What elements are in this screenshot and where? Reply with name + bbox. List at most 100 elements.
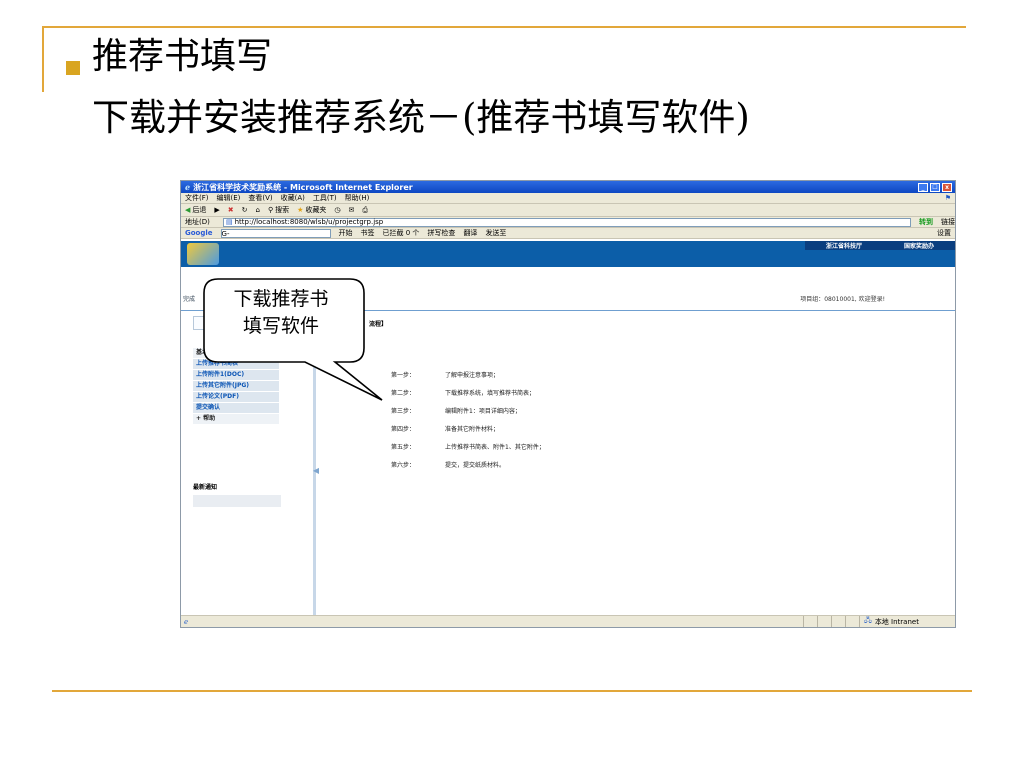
step-number: 第六步： xyxy=(391,461,416,469)
step-text: 上传推荐书简表、附件1、其它附件； xyxy=(445,443,545,451)
window-controls: _ ☐ x xyxy=(918,182,955,192)
step-number: 第三步： xyxy=(391,407,416,415)
bullet-square-icon xyxy=(66,61,80,75)
page-icon: ▤ xyxy=(226,218,233,226)
step-row: 第二步： 下载推荐系统，填写推荐书简表； xyxy=(391,383,651,401)
windows-flag-icon: ⚑ xyxy=(944,194,951,202)
zone-label: 本地 Intranet xyxy=(874,617,919,626)
intranet-icon: 🖧 xyxy=(864,616,872,624)
security-zone: 🖧 本地 Intranet xyxy=(859,616,955,627)
address-url: http://localhost:8080/wlsb/u/projectgrp.… xyxy=(234,218,384,226)
sidebar: 基本信息 上传推荐书简表 上传附件1(DOC) 上传其它附件(JPG) 上传论文… xyxy=(181,312,319,615)
google-start-button[interactable]: 开始 xyxy=(339,228,353,238)
google-logo: Google xyxy=(185,229,213,237)
links-button[interactable]: 链接 xyxy=(941,217,955,227)
sidebar-item-basic-info[interactable]: 基本信息 xyxy=(193,348,279,358)
forward-button[interactable]: ▶ xyxy=(214,206,219,214)
status-cell xyxy=(817,616,831,627)
step-number: 第五步： xyxy=(391,443,416,451)
search-button[interactable]: ⚲ 搜索 xyxy=(268,205,289,215)
status-cells: 🖧 本地 Intranet xyxy=(803,616,955,627)
google-popup-blocker[interactable]: 已拦截 0 个 xyxy=(383,228,420,238)
stop-icon[interactable]: ✖ xyxy=(228,206,234,214)
address-bar: 地址(D) ▤ http://localhost:8080/wlsb/u/pro… xyxy=(181,217,955,228)
step-text: 准备其它附件材料； xyxy=(445,425,500,433)
step-row: 第五步： 上传推荐书简表、附件1、其它附件； xyxy=(391,437,651,455)
address-input[interactable]: ▤ http://localhost:8080/wlsb/u/projectgr… xyxy=(223,217,911,227)
print-icon[interactable]: ⎙ xyxy=(362,206,368,215)
menu-favorites[interactable]: 收藏(A) xyxy=(281,193,305,203)
slide-heading: 推荐书填写 xyxy=(92,36,273,77)
favorites-label: 收藏夹 xyxy=(305,206,327,214)
sidebar-item-upload-pdf[interactable]: 上传论文(PDF) xyxy=(193,392,279,402)
google-input-prefix: G- xyxy=(221,229,230,238)
go-button[interactable]: 转到 xyxy=(919,217,933,227)
history-icon[interactable]: ◷ xyxy=(334,206,340,214)
welcome-text: 项目组：08010001, 欢迎登录! xyxy=(800,296,885,303)
sidebar-item-upload-jpg[interactable]: 上传其它附件(JPG) xyxy=(193,381,279,391)
callout-line-1: 下载推荐书 xyxy=(233,288,329,310)
back-arrow-icon: ◀ xyxy=(185,206,191,214)
step-number: 第四步： xyxy=(391,425,416,433)
google-spellcheck-button[interactable]: 拼写检查 xyxy=(427,228,455,238)
sidebar-item-submit[interactable]: 提交确认 xyxy=(193,403,279,413)
notice-box xyxy=(193,495,281,507)
notice-label: 最新通知 xyxy=(193,484,218,491)
status-cell xyxy=(803,616,817,627)
step-row: 第四步： 准备其它附件材料； xyxy=(391,419,651,437)
step-row: 第六步： 提交，提交纸质材料。 xyxy=(391,455,651,473)
menu-edit[interactable]: 编辑(E) xyxy=(217,193,241,203)
mail-icon[interactable]: ✉ xyxy=(349,206,355,214)
step-text: 编辑附件1：项目详细内容； xyxy=(445,407,521,415)
refresh-icon[interactable]: ↻ xyxy=(242,206,248,214)
step-text: 了解申报注意事项； xyxy=(445,371,500,379)
menu-tools[interactable]: 工具(T) xyxy=(313,193,337,203)
menu-help[interactable]: 帮助(H) xyxy=(345,193,370,203)
callout-line-2: 填写软件 xyxy=(242,315,319,337)
google-bookmarks-button[interactable]: 书签 xyxy=(361,228,375,238)
google-sendto-button[interactable]: 发送至 xyxy=(485,228,506,238)
header-link-national[interactable]: 国家奖励办 xyxy=(904,241,934,250)
close-button[interactable]: x xyxy=(942,182,952,192)
collapse-arrow-icon[interactable]: ◀ xyxy=(313,466,319,475)
status-bar: ℯ 🖧 本地 Intranet xyxy=(181,615,955,627)
step-number: 第二步： xyxy=(391,389,416,397)
process-steps: 第一步： 了解申报注意事项； 第二步： 下载推荐系统，填写推荐书简表； 第三步：… xyxy=(391,365,651,473)
search-label: 搜索 xyxy=(275,206,290,214)
back-button[interactable]: ◀ 后退 xyxy=(185,205,206,215)
window-title: 浙江省科学技术奖励系统 - Microsoft Internet Explore… xyxy=(193,182,413,192)
home-icon[interactable]: ⌂ xyxy=(256,206,260,214)
google-translate-button[interactable]: 翻译 xyxy=(463,228,477,238)
ie-logo-icon: ℯ xyxy=(185,182,191,192)
site-banner: 浙江省科技厅 国家奖励办 xyxy=(181,241,955,267)
status-cell xyxy=(831,616,845,627)
star-icon: ★ xyxy=(297,206,304,214)
header-links: 浙江省科技厅 国家奖励办 xyxy=(805,241,955,250)
slide-bottom-rule xyxy=(52,690,972,692)
slide-left-rule xyxy=(42,26,44,92)
breadcrumb: 完成 xyxy=(183,296,196,303)
window-titlebar: ℯ 浙江省科学技术奖励系统 - Microsoft Internet Explo… xyxy=(181,181,955,193)
search-icon: ⚲ xyxy=(267,206,274,214)
sidebar-item-help[interactable]: + 帮助 xyxy=(193,414,279,424)
sidebar-item-upload-doc[interactable]: 上传附件1(DOC) xyxy=(193,370,279,380)
step-text: 下载推荐系统，填写推荐书简表； xyxy=(445,389,536,397)
minimize-button[interactable]: _ xyxy=(918,182,928,192)
address-label: 地址(D) xyxy=(185,218,210,226)
google-search-input[interactable]: G- xyxy=(220,228,331,238)
step-row: 第三步： 编辑附件1：项目详细内容； xyxy=(391,401,651,419)
step-row: 第一步： 了解申报注意事项； xyxy=(391,365,651,383)
slide-top-rule xyxy=(42,26,966,28)
favorites-button[interactable]: ★ 收藏夹 xyxy=(297,205,326,215)
header-link-provincial[interactable]: 浙江省科技厅 xyxy=(826,241,862,250)
sidebar-item-upload-summary[interactable]: 上传推荐书简表 xyxy=(193,359,279,369)
site-logo-icon xyxy=(187,243,219,265)
step-number: 第一步： xyxy=(391,371,416,379)
menu-bar: 文件(F) 编辑(E) 查看(V) 收藏(A) 工具(T) 帮助(H) ⚑ xyxy=(181,193,955,204)
menu-view[interactable]: 查看(V) xyxy=(248,193,272,203)
menu-file[interactable]: 文件(F) xyxy=(185,193,209,203)
maximize-button[interactable]: ☐ xyxy=(930,182,940,192)
google-settings-button[interactable]: 设置 xyxy=(937,228,951,238)
content-title: 流程】 xyxy=(369,321,388,328)
page-status-icon: ℯ xyxy=(184,617,189,626)
